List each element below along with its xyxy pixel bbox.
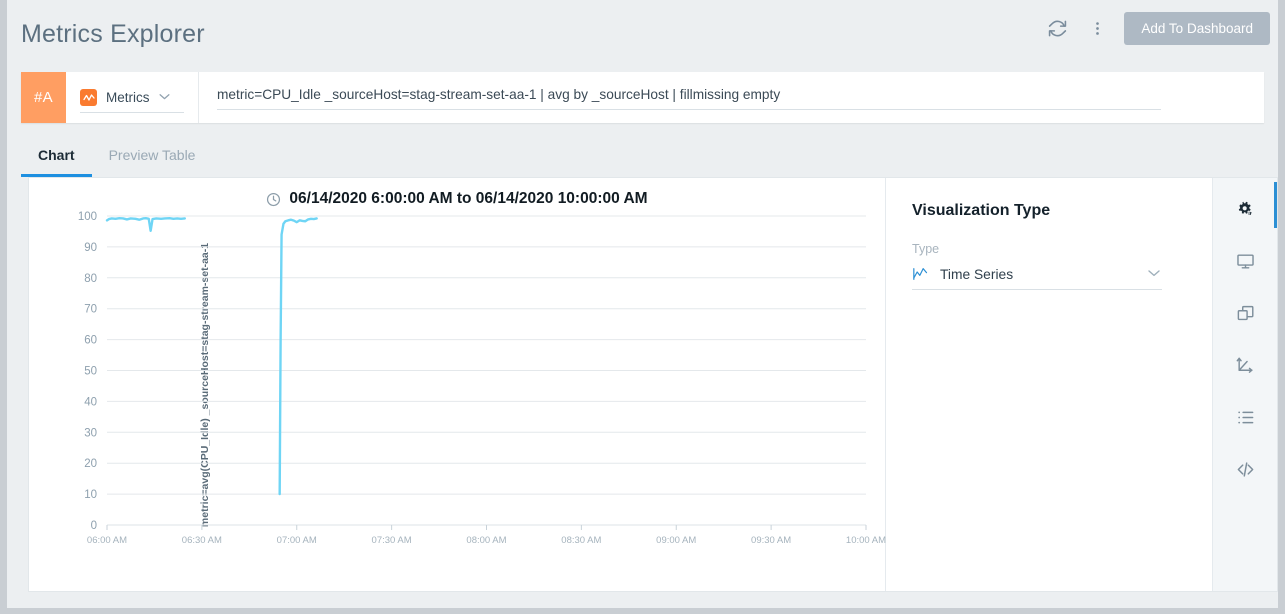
query-row: #A Metrics bbox=[21, 72, 1264, 123]
view-tabs: Chart Preview Table bbox=[21, 143, 212, 177]
svg-text:09:00 AM: 09:00 AM bbox=[656, 535, 696, 546]
visualization-type-value: Time Series bbox=[940, 267, 1013, 282]
svg-text:40: 40 bbox=[84, 396, 97, 408]
main-card: 06/14/2020 6:00:00 AM to 06/14/2020 10:0… bbox=[28, 177, 1278, 592]
svg-text:90: 90 bbox=[84, 242, 97, 254]
svg-text:30: 30 bbox=[84, 427, 97, 439]
chevron-down-icon bbox=[1148, 269, 1160, 280]
svg-text:60: 60 bbox=[84, 335, 97, 347]
tab-preview-table[interactable]: Preview Table bbox=[92, 143, 213, 177]
svg-text:06:30 AM: 06:30 AM bbox=[182, 535, 222, 546]
tab-chart[interactable]: Chart bbox=[21, 143, 92, 177]
line-chart-icon bbox=[912, 266, 929, 282]
header-actions: Add To Dashboard bbox=[1044, 12, 1270, 45]
visualization-type-heading: Visualization Type bbox=[912, 202, 1186, 220]
active-panel-indicator bbox=[1274, 182, 1278, 228]
layers-copy-icon[interactable] bbox=[1231, 299, 1259, 327]
clock-icon bbox=[266, 192, 281, 207]
chart-pane: 06/14/2020 6:00:00 AM to 06/14/2020 10:0… bbox=[29, 178, 886, 591]
query-tag: #A bbox=[21, 72, 66, 123]
page-title: Metrics Explorer bbox=[21, 20, 205, 49]
svg-text:06:00 AM: 06:00 AM bbox=[87, 535, 127, 546]
add-to-dashboard-button[interactable]: Add To Dashboard bbox=[1124, 12, 1270, 45]
query-input[interactable] bbox=[217, 87, 1246, 108]
svg-text:07:00 AM: 07:00 AM bbox=[277, 535, 317, 546]
query-source-selector[interactable]: Metrics bbox=[66, 72, 199, 123]
svg-text:07:30 AM: 07:30 AM bbox=[372, 535, 412, 546]
chart-title-text: 06/14/2020 6:00:00 AM to 06/14/2020 10:0… bbox=[289, 190, 647, 208]
source-underline bbox=[80, 112, 184, 113]
display-monitor-icon[interactable] bbox=[1231, 247, 1259, 275]
svg-text:100: 100 bbox=[78, 211, 97, 223]
visualization-type-select[interactable]: Time Series bbox=[912, 266, 1162, 290]
query-input-wrapper bbox=[199, 72, 1264, 123]
svg-text:10: 10 bbox=[84, 489, 97, 501]
settings-gears-icon[interactable] bbox=[1231, 195, 1259, 223]
chevron-down-icon bbox=[159, 93, 170, 103]
visualization-settings-pane: Visualization Type Type Time Series bbox=[886, 178, 1212, 591]
svg-text:70: 70 bbox=[84, 304, 97, 316]
type-field-label: Type bbox=[912, 242, 1186, 256]
panel-icon-rail bbox=[1212, 178, 1277, 591]
svg-text:0: 0 bbox=[91, 520, 97, 532]
svg-text:10:00 AM: 10:00 AM bbox=[846, 535, 886, 546]
svg-text:08:30 AM: 08:30 AM bbox=[561, 535, 601, 546]
svg-text:50: 50 bbox=[84, 366, 97, 378]
chart-time-range-title: 06/14/2020 6:00:00 AM to 06/14/2020 10:0… bbox=[29, 190, 885, 208]
refresh-icon[interactable] bbox=[1044, 16, 1070, 42]
svg-text:08:00 AM: 08:00 AM bbox=[466, 535, 506, 546]
time-series-chart: 0 10 20 30 40 50 60 70 80 90 100 06:00 AM 06:30 AM 07… bbox=[29, 208, 886, 563]
axes-icon[interactable] bbox=[1231, 351, 1259, 379]
svg-text:09:30 AM: 09:30 AM bbox=[751, 535, 791, 546]
metrics-explorer-window: Metrics Explorer Add To Dashboard bbox=[0, 0, 1285, 614]
query-underline bbox=[217, 109, 1161, 110]
query-source-label: Metrics bbox=[106, 90, 150, 105]
metrics-sparkline-icon bbox=[80, 89, 97, 106]
code-icon[interactable] bbox=[1231, 455, 1259, 483]
list-icon[interactable] bbox=[1231, 403, 1259, 431]
kebab-menu-icon[interactable] bbox=[1084, 16, 1110, 42]
page-header: Metrics Explorer Add To Dashboard bbox=[7, 0, 1278, 64]
svg-text:80: 80 bbox=[84, 273, 97, 285]
svg-text:20: 20 bbox=[84, 458, 97, 470]
